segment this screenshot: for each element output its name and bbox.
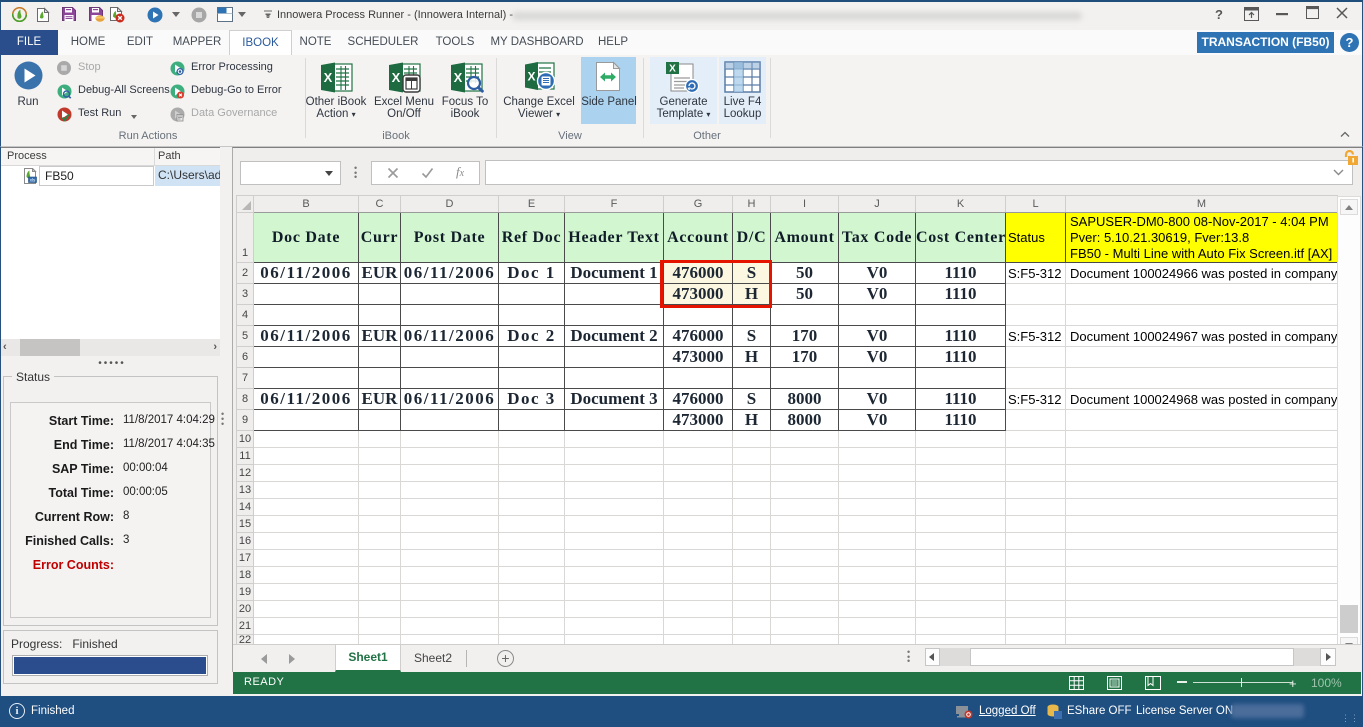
svg-text:X: X [669, 64, 676, 75]
svg-text:X: X [527, 70, 535, 84]
svg-text:xls: xls [30, 178, 36, 183]
svg-text:X: X [454, 70, 463, 85]
svg-text:X: X [324, 70, 333, 85]
svg-text:X: X [392, 70, 401, 85]
